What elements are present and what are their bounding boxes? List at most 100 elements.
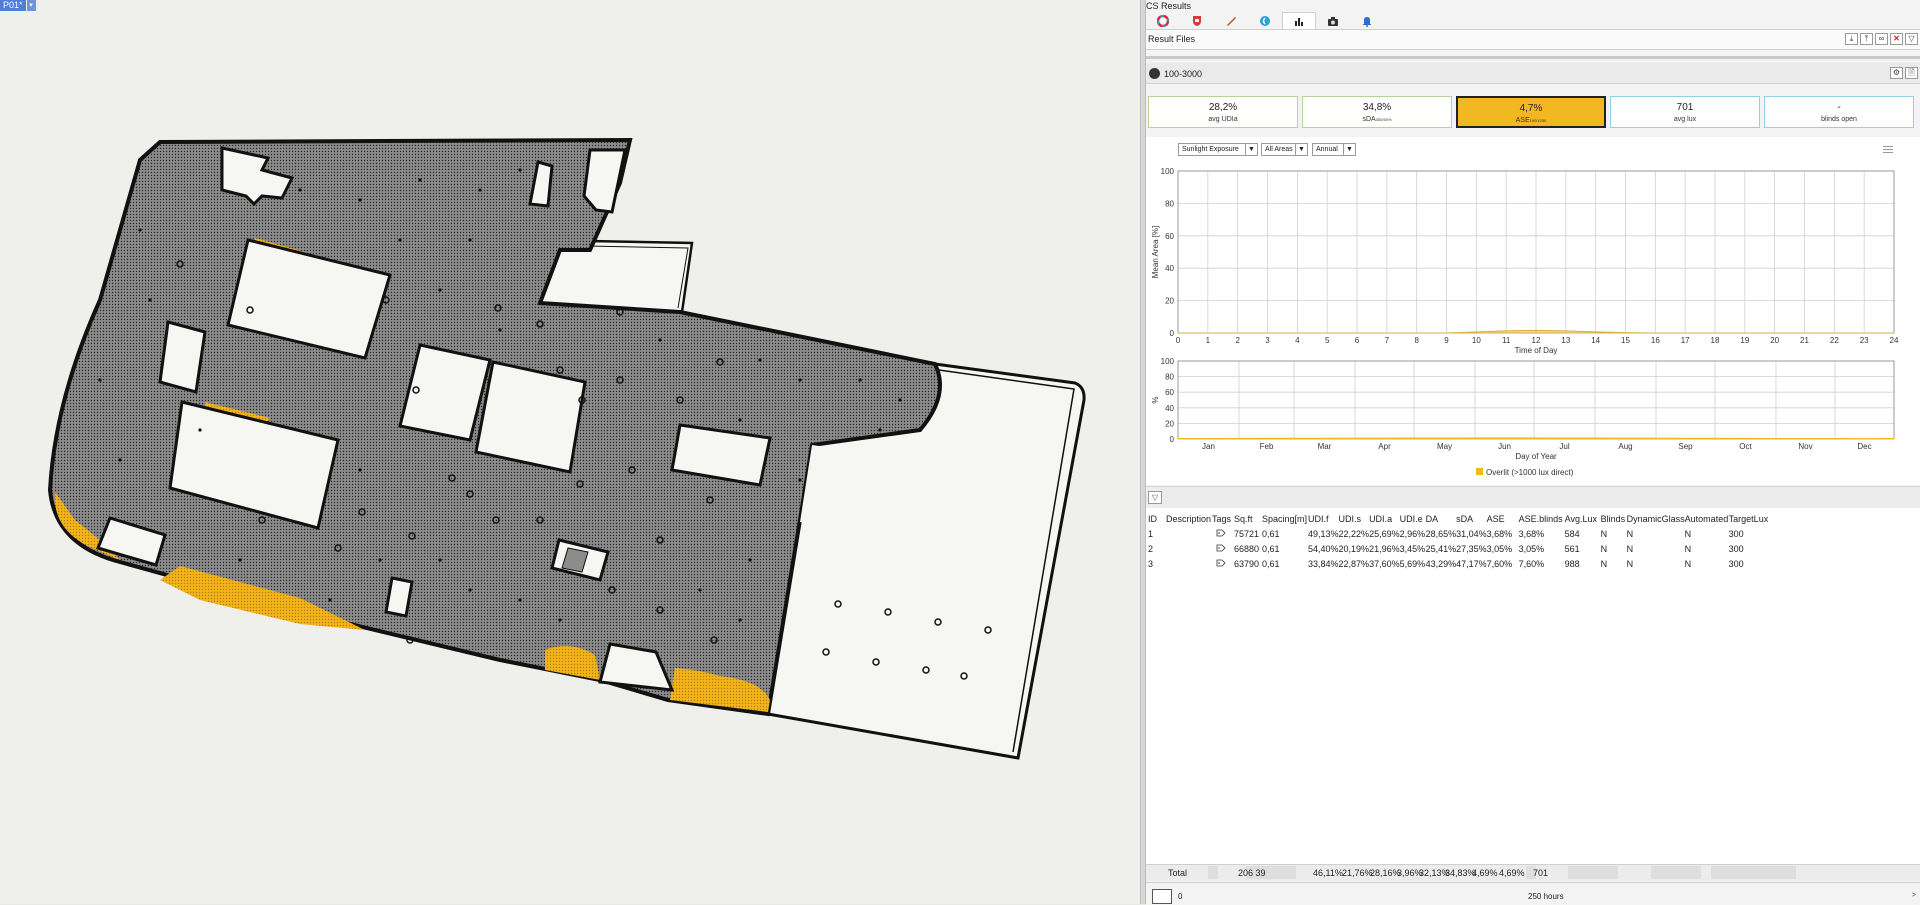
x-tick-label: 13	[1561, 336, 1570, 345]
table-cell: 3,05%	[1486, 543, 1513, 554]
table-row[interactable]: 1 75721 0,61 49,13% 22,22% 25,69% 2,96% 28,65% 3…	[1148, 526, 1769, 541]
total-label: Total	[1168, 868, 1188, 878]
table-cell: N	[1600, 528, 1608, 539]
floorplan-viewport[interactable]: P01* ▾	[0, 0, 1140, 904]
y-tick-label: 60	[1165, 388, 1174, 397]
timeline-footer: 0 250 hours >	[1146, 882, 1920, 905]
table-cell: 300	[1728, 558, 1744, 569]
x-tick-label: Feb	[1260, 442, 1274, 451]
column-header[interactable]: ASE	[1487, 511, 1519, 526]
column-header[interactable]: Automated	[1685, 511, 1729, 526]
chevron-right-icon[interactable]: >	[1912, 892, 1916, 899]
viewport-tab-label[interactable]: P01*	[0, 0, 26, 11]
x-tick-label: 17	[1681, 336, 1690, 345]
column-header[interactable]: UDI.e	[1400, 511, 1426, 526]
series-area	[1177, 437, 1895, 440]
table-cell: 25,41%	[1425, 543, 1457, 554]
separator	[1146, 56, 1920, 59]
column-header[interactable]: UDI.s	[1339, 511, 1370, 526]
metric-card-ase[interactable]: 4,7% ASE1000/250	[1456, 96, 1606, 128]
column-header[interactable]: DA	[1426, 511, 1457, 526]
tab-camera[interactable]	[1316, 12, 1350, 29]
area-select[interactable]: All Areas ▼	[1261, 143, 1308, 156]
column-header[interactable]: ID	[1148, 511, 1166, 526]
y-tick-label: 20	[1165, 297, 1174, 306]
y-axis-label: Mean Area [%]	[1151, 226, 1160, 278]
x-axis-label: Time of Day	[1515, 346, 1558, 355]
x-tick-label: Mar	[1318, 442, 1332, 451]
column-header[interactable]: Description	[1166, 511, 1212, 526]
table-cell	[1166, 526, 1212, 541]
tab-pen[interactable]	[1214, 12, 1248, 29]
table-cell: 20,19%	[1338, 543, 1370, 554]
column-header[interactable]: ASE.blinds	[1519, 511, 1565, 526]
metric-select[interactable]: Sunlight Exposure ▼	[1178, 143, 1258, 156]
column-header[interactable]: Spacing[m]	[1262, 511, 1308, 526]
table-cell: 2	[1148, 543, 1154, 554]
filter-icon[interactable]: ▽	[1148, 491, 1162, 504]
metric-card-avg-lux[interactable]: 701 avg lux	[1610, 96, 1760, 128]
filter-icon[interactable]: ▽	[1905, 33, 1918, 45]
x-tick-label: 15	[1621, 336, 1630, 345]
total-sda: 34,83%	[1445, 868, 1476, 878]
x-tick-label: 12	[1532, 336, 1541, 345]
table-row[interactable]: 2 66880 0,61 54,40% 20,19% 21,96% 3,45% 25,41% 2…	[1148, 541, 1769, 556]
chart-menu-icon[interactable]	[1883, 146, 1893, 154]
table-cell: 3,45%	[1399, 543, 1426, 554]
period-select[interactable]: Annual ▼	[1312, 143, 1356, 156]
column-header[interactable]: UDI.a	[1369, 511, 1400, 526]
column-header[interactable]: UDI.f	[1308, 511, 1339, 526]
table-cell: N	[1684, 528, 1692, 539]
table-cell: 22,22%	[1338, 528, 1370, 539]
viewport-tab-dropdown-icon[interactable]: ▾	[26, 0, 36, 11]
table-cell: 27,35%	[1456, 543, 1487, 554]
settings-icon[interactable]: ⚙	[1890, 67, 1903, 79]
close-icon[interactable]: ✕	[1890, 33, 1903, 45]
x-tick-label: Sep	[1678, 442, 1693, 451]
column-header[interactable]: Avg.Lux	[1565, 511, 1601, 526]
x-tick-label: May	[1437, 442, 1452, 451]
table-row[interactable]: 3 63790 0,61 33,84% 22,87% 37,60% 5,69% 43,29% 4…	[1148, 556, 1769, 571]
column-header[interactable]: Blinds	[1601, 511, 1627, 526]
column-header[interactable]: sDA	[1456, 511, 1487, 526]
legend-label: Overlit (>1000 lux direct)	[1486, 468, 1574, 477]
link-icon[interactable]: ∞	[1875, 33, 1888, 45]
tab-bar-chart[interactable]	[1282, 12, 1316, 29]
x-tick-label: 2	[1235, 336, 1240, 345]
tab-shield[interactable]	[1180, 12, 1214, 29]
result-files-bar: Result Files ⤓ ⤒ ∞ ✕ ▽	[1146, 30, 1920, 50]
viewport-tab[interactable]: P01* ▾	[0, 0, 36, 11]
tab-globe[interactable]	[1248, 12, 1282, 29]
document-icon[interactable]: 🗎	[1905, 67, 1918, 79]
results-panel: CS Results Result Files ⤓ ⤒ ∞ ✕ ▽ 100-30…	[1146, 0, 1920, 905]
column-header[interactable]: Tags	[1212, 511, 1234, 526]
timeline-toggle[interactable]	[1152, 889, 1172, 904]
floorplan-drawing[interactable]	[0, 0, 1140, 904]
table-cell: 561	[1564, 543, 1580, 554]
x-tick-label: Apr	[1378, 442, 1391, 451]
x-tick-label: 24	[1890, 336, 1899, 345]
metric-label: ASE1000/250	[1515, 117, 1547, 124]
metric-card-udia[interactable]: 28,2% avg UDIa	[1148, 96, 1298, 128]
y-tick-label: 80	[1165, 199, 1174, 208]
tab-bell[interactable]	[1350, 12, 1384, 29]
x-tick-label: 6	[1355, 336, 1360, 345]
upload-icon[interactable]: ⤒	[1860, 33, 1873, 45]
x-tick-label: 16	[1651, 336, 1660, 345]
tab-color-wheel[interactable]	[1146, 12, 1180, 29]
result-set-row[interactable]: 100-3000 ⚙ 🗎	[1146, 63, 1920, 84]
metric-card-blinds[interactable]: - blinds open	[1764, 96, 1914, 128]
x-tick-label: 10	[1472, 336, 1481, 345]
total-row: Total 206 39 46,11% 21,76% 28,16% 3,96% …	[1146, 864, 1920, 881]
y-tick-label: 0	[1170, 329, 1175, 338]
download-icon[interactable]: ⤓	[1845, 33, 1858, 45]
metric-card-sda[interactable]: 34,8% sDA300/50%	[1302, 96, 1452, 128]
x-tick-label: 8	[1414, 336, 1419, 345]
column-header[interactable]: Sq.ft	[1234, 511, 1262, 526]
column-header[interactable]: TargetLux	[1729, 511, 1769, 526]
table-cell: 7,60%	[1518, 558, 1545, 569]
metric-value: 28,2%	[1208, 102, 1238, 113]
column-header[interactable]: DynamicGlass	[1627, 511, 1685, 526]
table-cell: 0,61	[1262, 543, 1280, 554]
y-tick-label: 0	[1170, 435, 1175, 444]
